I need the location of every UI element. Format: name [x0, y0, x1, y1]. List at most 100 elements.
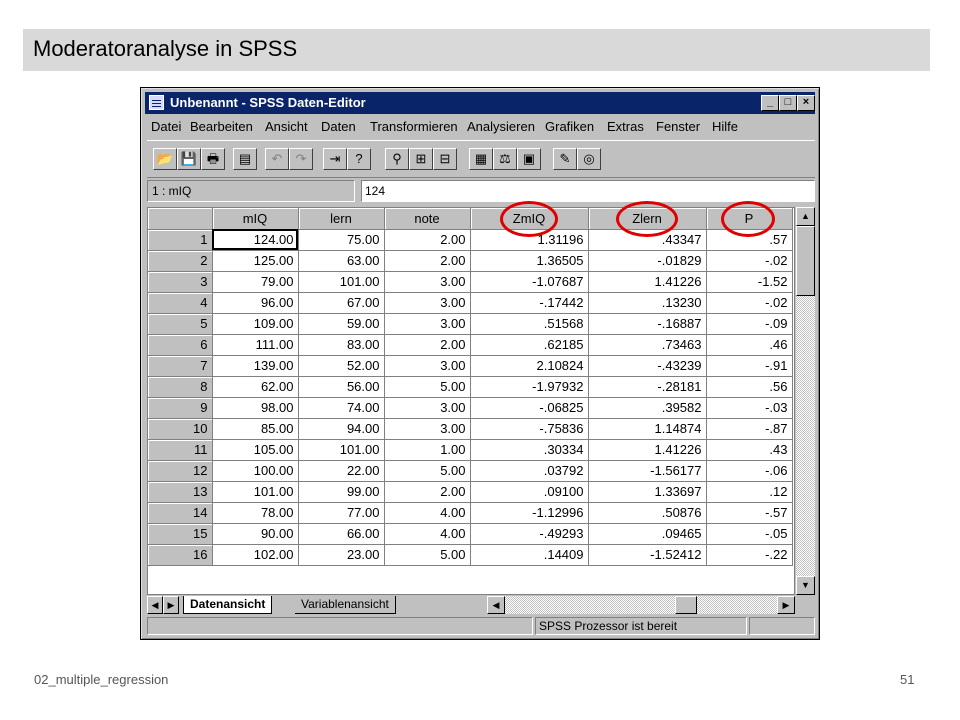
tab-scroll-left-icon[interactable]: ◀: [147, 596, 163, 614]
data-cell[interactable]: -.22: [706, 544, 793, 566]
tab-data-view[interactable]: Datenansicht: [183, 596, 273, 614]
data-cell[interactable]: 2.00: [384, 229, 471, 251]
data-cell[interactable]: 79.00: [212, 271, 299, 293]
data-cell[interactable]: -.02: [706, 292, 793, 314]
data-cell[interactable]: 78.00: [212, 502, 299, 524]
row-header[interactable]: 8: [148, 376, 213, 398]
row-header[interactable]: 16: [148, 544, 213, 566]
data-cell[interactable]: 5.00: [384, 460, 471, 482]
data-cell[interactable]: 3.00: [384, 271, 471, 293]
data-cell[interactable]: -.02: [706, 250, 793, 272]
row-header[interactable]: 11: [148, 439, 213, 461]
tab-variable-view[interactable]: Variablenansicht: [295, 596, 396, 614]
data-cell[interactable]: 1.33697: [588, 481, 707, 503]
menu-extras[interactable]: Extras: [607, 119, 644, 134]
data-cell[interactable]: 22.00: [298, 460, 385, 482]
scroll-left-icon[interactable]: ◀: [487, 596, 505, 614]
data-cell[interactable]: .14409: [470, 544, 589, 566]
data-cell[interactable]: 23.00: [298, 544, 385, 566]
row-header[interactable]: 14: [148, 502, 213, 524]
weight-cases-icon[interactable]: ⚖: [493, 148, 517, 170]
split-file-icon[interactable]: ▦: [469, 148, 493, 170]
data-cell[interactable]: 1.41226: [588, 439, 707, 461]
row-header[interactable]: 3: [148, 271, 213, 293]
data-cell[interactable]: 109.00: [212, 313, 299, 335]
data-cell[interactable]: 1.14874: [588, 418, 707, 440]
row-header[interactable]: 13: [148, 481, 213, 503]
row-header[interactable]: 15: [148, 523, 213, 545]
data-cell[interactable]: 66.00: [298, 523, 385, 545]
data-cell[interactable]: -.57: [706, 502, 793, 524]
menu-transformieren[interactable]: Transformieren: [370, 119, 458, 134]
corner-cell[interactable]: [148, 208, 213, 230]
data-cell[interactable]: 2.00: [384, 250, 471, 272]
data-cell[interactable]: -.17442: [470, 292, 589, 314]
data-cell[interactable]: -1.56177: [588, 460, 707, 482]
data-cell[interactable]: 2.00: [384, 334, 471, 356]
data-cell[interactable]: 1.41226: [588, 271, 707, 293]
vertical-scrollbar[interactable]: ▲ ▼: [796, 207, 815, 595]
data-cell[interactable]: .46: [706, 334, 793, 356]
data-cell[interactable]: .51568: [470, 313, 589, 335]
menu-ansicht[interactable]: Ansicht: [265, 119, 308, 134]
tab-scroll-right-icon[interactable]: ▶: [163, 596, 179, 614]
data-cell[interactable]: 5.00: [384, 376, 471, 398]
window-titlebar[interactable]: Unbenannt - SPSS Daten-Editor _ □ ×: [145, 92, 815, 114]
print-icon[interactable]: 🖶: [201, 148, 225, 170]
data-cell[interactable]: 2.10824: [470, 355, 589, 377]
menu-fenster[interactable]: Fenster: [656, 119, 700, 134]
select-cases-icon[interactable]: ▣: [517, 148, 541, 170]
data-cell[interactable]: -.43239: [588, 355, 707, 377]
column-header-note[interactable]: note: [384, 208, 471, 230]
data-cell[interactable]: -.87: [706, 418, 793, 440]
data-cell[interactable]: 94.00: [298, 418, 385, 440]
data-cell[interactable]: .56: [706, 376, 793, 398]
data-cell[interactable]: .13230: [588, 292, 707, 314]
menu-daten[interactable]: Daten: [321, 119, 356, 134]
column-header-lern[interactable]: lern: [298, 208, 385, 230]
data-cell[interactable]: 77.00: [298, 502, 385, 524]
row-header[interactable]: 1: [148, 229, 213, 251]
data-cell[interactable]: 62.00: [212, 376, 299, 398]
maximize-button[interactable]: □: [779, 95, 797, 111]
save-icon[interactable]: 💾: [177, 148, 201, 170]
dialog-recall-icon[interactable]: ▤: [233, 148, 257, 170]
data-cell[interactable]: -1.52412: [588, 544, 707, 566]
data-cell[interactable]: 5.00: [384, 544, 471, 566]
data-cell[interactable]: .12: [706, 481, 793, 503]
data-cell[interactable]: -1.52: [706, 271, 793, 293]
data-cell[interactable]: -.03: [706, 397, 793, 419]
data-cell[interactable]: 99.00: [298, 481, 385, 503]
data-cell[interactable]: 139.00: [212, 355, 299, 377]
data-cell[interactable]: 1.00: [384, 439, 471, 461]
menu-datei[interactable]: Datei: [151, 119, 181, 134]
data-cell[interactable]: .30334: [470, 439, 589, 461]
data-cell[interactable]: -.05: [706, 523, 793, 545]
data-cell[interactable]: .62185: [470, 334, 589, 356]
menu-grafiken[interactable]: Grafiken: [545, 119, 594, 134]
data-cell[interactable]: 75.00: [298, 229, 385, 251]
data-cell[interactable]: 63.00: [298, 250, 385, 272]
data-cell[interactable]: 125.00: [212, 250, 299, 272]
data-cell[interactable]: 3.00: [384, 292, 471, 314]
data-cell[interactable]: 85.00: [212, 418, 299, 440]
data-cell[interactable]: -.75836: [470, 418, 589, 440]
row-header[interactable]: 12: [148, 460, 213, 482]
open-icon[interactable]: 📂: [153, 148, 177, 170]
data-cell[interactable]: 100.00: [212, 460, 299, 482]
data-cell[interactable]: .50876: [588, 502, 707, 524]
insert-case-icon[interactable]: ⊞: [409, 148, 433, 170]
variables-icon[interactable]: ?: [347, 148, 371, 170]
close-button[interactable]: ×: [797, 95, 815, 111]
cell-value-input[interactable]: 124: [361, 180, 815, 202]
data-cell[interactable]: -.01829: [588, 250, 707, 272]
data-cell[interactable]: .39582: [588, 397, 707, 419]
vertical-scroll-thumb[interactable]: [796, 226, 815, 296]
use-sets-icon[interactable]: ◎: [577, 148, 601, 170]
data-cell[interactable]: 52.00: [298, 355, 385, 377]
data-cell[interactable]: 1.36505: [470, 250, 589, 272]
data-cell[interactable]: -.91: [706, 355, 793, 377]
undo-icon[interactable]: ↶: [265, 148, 289, 170]
data-cell[interactable]: .03792: [470, 460, 589, 482]
data-cell[interactable]: 2.00: [384, 481, 471, 503]
